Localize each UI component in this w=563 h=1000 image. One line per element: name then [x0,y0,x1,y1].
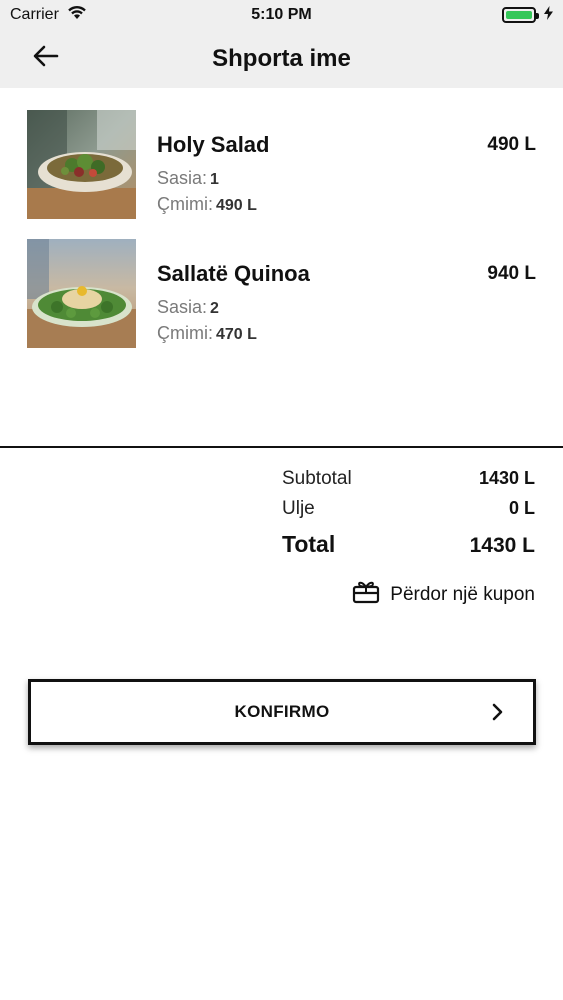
cart-item[interactable]: Sallatë Quinoa 940 L Sasia: 2 Çmimi: 470 L [27,239,536,349]
product-line-total: 940 L [487,263,536,284]
product-name: Sallatë Quinoa [157,261,310,286]
total-row: Total 1430 L [282,531,535,558]
total-label: Total [282,531,336,557]
price-label: Çmimi: [157,194,213,214]
battery-icon [502,7,539,23]
discount-row: Ulje 0 L [282,498,535,520]
wifi-icon [67,5,87,25]
subtotal-label: Subtotal [282,468,352,489]
status-left: Carrier [10,5,87,25]
product-image-quinoa-salad [27,239,136,348]
quantity-row: Sasia: 2 [157,297,219,318]
price-label: Çmimi: [157,323,213,343]
nav-bar: Shporta ime [0,30,563,88]
coupon-label: Përdor një kupon [390,583,535,605]
quantity-value: 2 [210,300,219,317]
product-line-total: 490 L [487,134,536,155]
confirm-label: KONFIRMO [234,702,330,721]
use-coupon-button[interactable]: Përdor një kupon [352,580,535,609]
status-bar: Carrier 5:10 PM [0,0,563,30]
subtotal-row: Subtotal 1430 L [282,468,535,490]
price-value: 490 L [216,197,257,214]
price-row: Çmimi: 470 L [157,323,257,344]
confirm-button[interactable]: KONFIRMO [28,679,536,745]
subtotal-value: 1430 L [478,468,535,488]
battery-level [506,11,532,19]
charging-bolt-icon [544,5,553,25]
cart-item[interactable]: Holy Salad 490 L Sasia: 1 Çmimi: 490 L [27,110,536,220]
product-image-holy-salad [27,110,136,219]
chevron-right-icon [487,702,507,722]
price-row: Çmimi: 490 L [157,194,257,215]
gift-card-icon [352,580,380,609]
back-button[interactable] [30,42,62,74]
quantity-row: Sasia: 1 [157,168,219,189]
price-value: 470 L [216,326,257,343]
discount-value: 0 L [508,498,535,518]
quantity-label: Sasia: [157,168,208,188]
quantity-value: 1 [210,171,219,188]
quantity-label: Sasia: [157,297,208,317]
page-title: Shporta ime [212,45,351,72]
carrier-label: Carrier [10,6,59,23]
product-name: Holy Salad [157,132,270,157]
section-divider [0,446,563,448]
total-value: 1430 L [469,534,535,557]
discount-label: Ulje [282,498,315,519]
status-right [502,5,553,25]
arrow-left-icon [33,45,59,72]
